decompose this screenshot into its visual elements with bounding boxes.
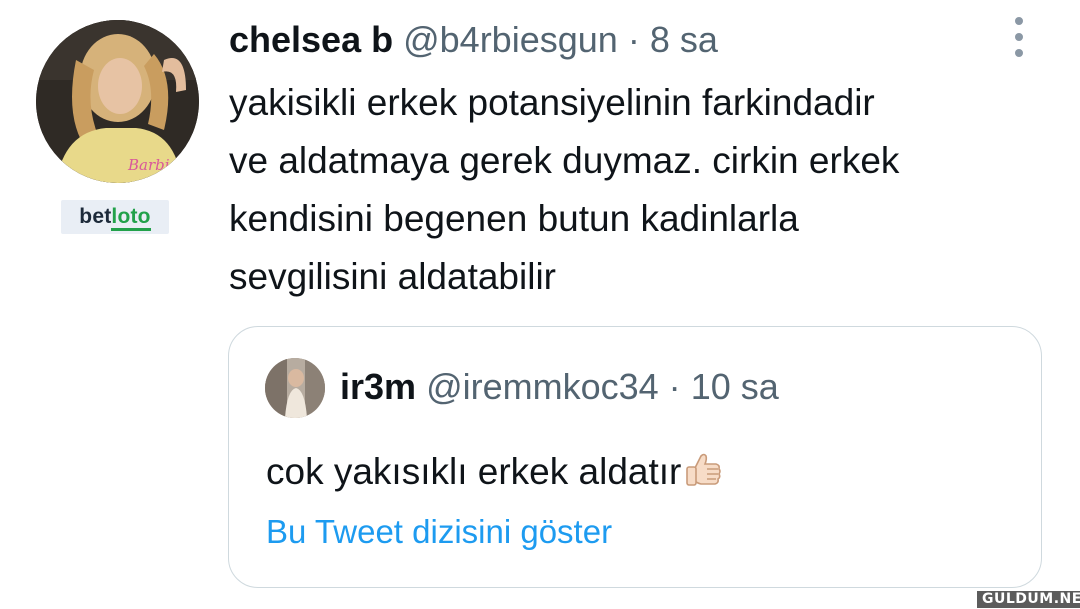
author-avatar[interactable]: Barbie [36,20,199,183]
tweet-text: yakisikli erkek potansiyelinin farkindad… [229,74,1049,306]
quoted-tweet-timestamp[interactable]: 10 sa [691,366,779,407]
tweet-text-line: sevgilisini aldatabilir [229,256,556,297]
tweet-timestamp[interactable]: 8 sa [650,19,718,60]
avatar-image: Barbie [36,20,199,183]
more-dot [1015,17,1023,25]
quoted-avatar-image [265,358,325,418]
betloto-watermark-logo: betloto [61,200,169,234]
svg-text:Barbie: Barbie [127,156,179,174]
quoted-tweet-header: ir3m @iremmkoc34 · 10 sa [340,362,779,412]
quoted-author-handle[interactable]: @iremmkoc34 [426,366,659,407]
tweet-header: chelsea b @b4rbiesgun · 8 sa [229,16,718,64]
tweet-text-line: kendisini begenen butun kadinlarla [229,198,799,239]
thumbs-up-icon [683,450,723,503]
more-vertical-icon[interactable] [1008,17,1030,57]
tweet-text-line: yakisikli erkek potansiyelinin farkindad… [229,82,875,123]
quoted-meta-separator: · [668,366,681,407]
quoted-tweet-text: cok yakısıklı erkek aldatır [266,451,682,492]
quoted-tweet-text-row: cok yakısıklı erkek aldatır [266,447,723,503]
show-thread-link[interactable]: Bu Tweet dizisini göster [266,509,612,555]
author-name[interactable]: chelsea b [229,19,393,60]
author-handle[interactable]: @b4rbiesgun [403,19,618,60]
quoted-tweet-card[interactable]: ir3m @iremmkoc34 · 10 sa cok yakısıklı e… [228,326,1042,588]
more-dot [1015,33,1023,41]
more-dot [1015,49,1023,57]
quoted-author-avatar[interactable] [265,358,325,418]
site-watermark: GULDUM.NET [977,591,1080,608]
quoted-author-name[interactable]: ir3m [340,366,416,407]
meta-separator: · [627,19,640,60]
tweet-text-line: ve aldatmaya gerek duymaz. cirkin erkek [229,140,900,181]
